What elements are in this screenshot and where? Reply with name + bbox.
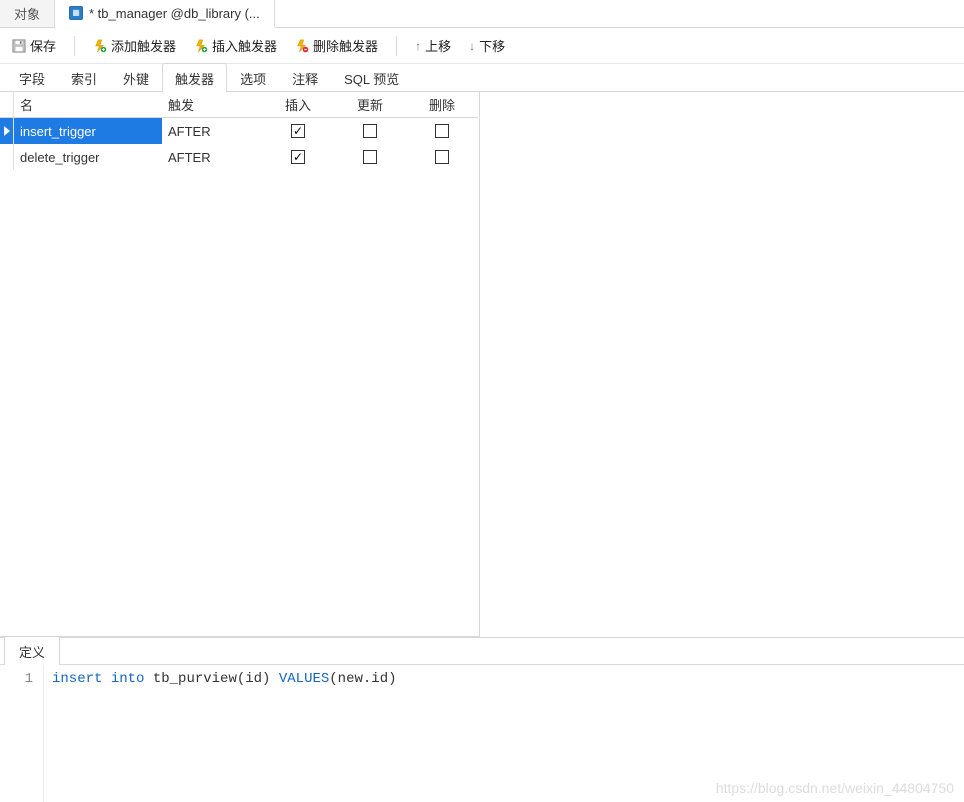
save-label: 保存 xyxy=(30,36,56,55)
cell-name-text: delete_trigger xyxy=(20,150,100,165)
checkbox-insert[interactable] xyxy=(291,150,305,164)
cell-fire-text: AFTER xyxy=(168,150,211,165)
insert-trigger-button[interactable]: 插入触发器 xyxy=(190,34,281,57)
triggers-grid-area: 名 触发 插入 更新 删除 insert_trigger AFTER delet… xyxy=(0,92,964,637)
arrow-down-icon: ↓ xyxy=(469,39,475,53)
cell-delete[interactable] xyxy=(406,118,478,144)
kw-values: VALUES xyxy=(279,671,329,687)
checkbox-delete[interactable] xyxy=(435,124,449,138)
triggers-grid: 名 触发 插入 更新 删除 insert_trigger AFTER delet… xyxy=(0,92,480,637)
move-down-button[interactable]: ↓ 下移 xyxy=(465,34,509,57)
tab-options-label: 选项 xyxy=(240,72,266,87)
sql-editor[interactable]: 1 insert into tb_purview(id) VALUES(new.… xyxy=(0,665,964,802)
arrow-up-icon: ↑ xyxy=(415,39,421,53)
table-icon: ▦ xyxy=(69,6,83,20)
kw-insert: insert xyxy=(52,671,102,687)
checkbox-update[interactable] xyxy=(363,124,377,138)
tab-indexes[interactable]: 索引 xyxy=(58,63,110,92)
checkbox-insert[interactable] xyxy=(291,124,305,138)
save-button[interactable]: 保存 xyxy=(8,34,60,57)
tab-objects[interactable]: 对象 xyxy=(0,0,55,27)
cell-name[interactable]: insert_trigger xyxy=(14,118,162,144)
col-insert[interactable]: 插入 xyxy=(262,92,334,118)
tab-triggers-label: 触发器 xyxy=(175,72,214,87)
cell-fire[interactable]: AFTER xyxy=(162,144,262,170)
move-up-label: 上移 xyxy=(425,36,451,55)
col-name-label: 名 xyxy=(20,95,33,114)
document-tabbar: 对象 ▦ * tb_manager @db_library (... xyxy=(0,0,964,28)
tab-sql-preview[interactable]: SQL 预览 xyxy=(331,63,412,92)
tab-definition-label: 定义 xyxy=(19,645,45,660)
tab-editor[interactable]: ▦ * tb_manager @db_library (... xyxy=(55,0,275,28)
tab-indexes-label: 索引 xyxy=(71,72,97,87)
tab-objects-label: 对象 xyxy=(14,4,40,23)
add-trigger-label: 添加触发器 xyxy=(111,36,176,55)
col-name[interactable]: 名 xyxy=(14,92,162,118)
current-row-icon xyxy=(4,126,10,136)
definition-tabbar: 定义 xyxy=(0,638,964,665)
tab-fields-label: 字段 xyxy=(19,72,45,87)
cell-fire-text: AFTER xyxy=(168,124,211,139)
tab-editor-label: * tb_manager @db_library (... xyxy=(89,6,260,21)
tab-foreign-keys[interactable]: 外键 xyxy=(110,63,162,92)
bolt-add-icon xyxy=(93,39,107,53)
tab-fields[interactable]: 字段 xyxy=(6,63,58,92)
delete-trigger-label: 删除触发器 xyxy=(313,36,378,55)
tab-fks-label: 外键 xyxy=(123,72,149,87)
sql-table: tb_purview(id) xyxy=(144,671,278,687)
move-up-button[interactable]: ↑ 上移 xyxy=(411,34,455,57)
grid-header-rowhead xyxy=(0,92,14,118)
col-delete[interactable]: 删除 xyxy=(406,92,478,118)
tab-options[interactable]: 选项 xyxy=(227,63,279,92)
tab-sqlpreview-label: SQL 预览 xyxy=(344,72,399,87)
col-fire-label: 触发 xyxy=(168,95,194,114)
save-icon xyxy=(12,39,26,53)
table-row[interactable]: insert_trigger AFTER xyxy=(0,118,479,144)
cell-name-text: insert_trigger xyxy=(20,124,96,139)
separator xyxy=(396,36,397,56)
kw-into: into xyxy=(111,671,145,687)
line-number: 1 xyxy=(25,671,33,687)
cell-update[interactable] xyxy=(334,144,406,170)
col-delete-label: 删除 xyxy=(429,95,455,114)
bolt-insert-icon xyxy=(194,39,208,53)
line-gutter: 1 xyxy=(0,665,44,802)
col-update[interactable]: 更新 xyxy=(334,92,406,118)
tab-comment-label: 注释 xyxy=(292,72,318,87)
tab-triggers[interactable]: 触发器 xyxy=(162,63,227,92)
separator xyxy=(74,36,75,56)
checkbox-update[interactable] xyxy=(363,150,377,164)
cell-fire[interactable]: AFTER xyxy=(162,118,262,144)
cell-insert[interactable] xyxy=(262,144,334,170)
row-indicator xyxy=(0,118,14,144)
row-indicator xyxy=(0,144,14,170)
bolt-delete-icon xyxy=(295,39,309,53)
table-row[interactable]: delete_trigger AFTER xyxy=(0,144,479,170)
designer-tabbar: 字段 索引 外键 触发器 选项 注释 SQL 预览 xyxy=(0,64,964,92)
delete-trigger-button[interactable]: 删除触发器 xyxy=(291,34,382,57)
cell-insert[interactable] xyxy=(262,118,334,144)
cell-delete[interactable] xyxy=(406,144,478,170)
grid-header-row: 名 触发 插入 更新 删除 xyxy=(0,92,479,118)
col-update-label: 更新 xyxy=(357,95,383,114)
checkbox-delete[interactable] xyxy=(435,150,449,164)
cell-update[interactable] xyxy=(334,118,406,144)
sql-tail: (new.id) xyxy=(329,671,396,687)
col-insert-label: 插入 xyxy=(285,95,311,114)
tab-comment[interactable]: 注释 xyxy=(279,63,331,92)
cell-name[interactable]: delete_trigger xyxy=(14,144,162,170)
tab-definition[interactable]: 定义 xyxy=(4,636,60,665)
definition-panel: 定义 1 insert into tb_purview(id) VALUES(n… xyxy=(0,637,964,802)
grid-empty-area xyxy=(480,92,964,637)
move-down-label: 下移 xyxy=(479,36,505,55)
insert-trigger-label: 插入触发器 xyxy=(212,36,277,55)
sql-code[interactable]: insert into tb_purview(id) VALUES(new.id… xyxy=(44,665,397,802)
toolbar: 保存 添加触发器 插入触发器 删除触发器 ↑ 上移 ↓ 下移 xyxy=(0,28,964,64)
add-trigger-button[interactable]: 添加触发器 xyxy=(89,34,180,57)
col-fire[interactable]: 触发 xyxy=(162,92,262,118)
